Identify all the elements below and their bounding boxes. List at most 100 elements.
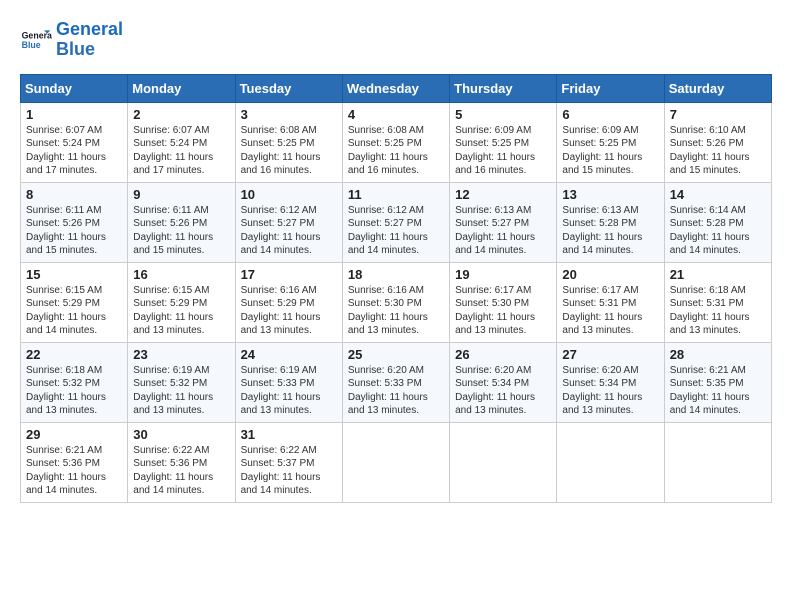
day-number: 27 (562, 347, 658, 362)
day-info: Sunrise: 6:20 AMSunset: 5:34 PMDaylight:… (562, 364, 658, 418)
day-number: 5 (455, 107, 551, 122)
day-info: Sunrise: 6:19 AMSunset: 5:32 PMDaylight:… (133, 364, 229, 418)
day-info: Sunrise: 6:18 AMSunset: 5:32 PMDaylight:… (26, 364, 122, 418)
day-number: 7 (670, 107, 766, 122)
calendar-header-thursday: Thursday (450, 74, 557, 102)
day-number: 16 (133, 267, 229, 282)
day-number: 26 (455, 347, 551, 362)
day-number: 10 (241, 187, 337, 202)
calendar-header-saturday: Saturday (664, 74, 771, 102)
calendar-table: SundayMondayTuesdayWednesdayThursdayFrid… (20, 74, 772, 503)
day-info: Sunrise: 6:13 AMSunset: 5:28 PMDaylight:… (562, 204, 658, 258)
calendar-header-friday: Friday (557, 74, 664, 102)
calendar-cell (342, 422, 449, 502)
day-info: Sunrise: 6:07 AMSunset: 5:24 PMDaylight:… (26, 124, 122, 178)
day-info: Sunrise: 6:17 AMSunset: 5:30 PMDaylight:… (455, 284, 551, 338)
day-info: Sunrise: 6:12 AMSunset: 5:27 PMDaylight:… (348, 204, 444, 258)
calendar-header-wednesday: Wednesday (342, 74, 449, 102)
day-number: 30 (133, 427, 229, 442)
day-info: Sunrise: 6:11 AMSunset: 5:26 PMDaylight:… (26, 204, 122, 258)
calendar-cell (450, 422, 557, 502)
day-number: 11 (348, 187, 444, 202)
day-number: 21 (670, 267, 766, 282)
day-info: Sunrise: 6:13 AMSunset: 5:27 PMDaylight:… (455, 204, 551, 258)
day-number: 13 (562, 187, 658, 202)
day-info: Sunrise: 6:18 AMSunset: 5:31 PMDaylight:… (670, 284, 766, 338)
day-number: 22 (26, 347, 122, 362)
calendar-cell: 21 Sunrise: 6:18 AMSunset: 5:31 PMDayligh… (664, 262, 771, 342)
day-number: 29 (26, 427, 122, 442)
day-number: 20 (562, 267, 658, 282)
calendar-cell: 27 Sunrise: 6:20 AMSunset: 5:34 PMDayligh… (557, 342, 664, 422)
calendar-cell: 11 Sunrise: 6:12 AMSunset: 5:27 PMDayligh… (342, 182, 449, 262)
calendar-week-row: 8Sunrise: 6:11 AMSunset: 5:26 PMDaylight… (21, 182, 772, 262)
calendar-cell: 4 Sunrise: 6:08 AMSunset: 5:25 PMDaylight… (342, 102, 449, 182)
calendar-cell (557, 422, 664, 502)
day-number: 12 (455, 187, 551, 202)
calendar-cell: 20 Sunrise: 6:17 AMSunset: 5:31 PMDayligh… (557, 262, 664, 342)
day-info: Sunrise: 6:11 AMSunset: 5:26 PMDaylight:… (133, 204, 229, 258)
day-number: 19 (455, 267, 551, 282)
day-number: 18 (348, 267, 444, 282)
calendar-cell: 31 Sunrise: 6:22 AMSunset: 5:37 PMDayligh… (235, 422, 342, 502)
day-info: Sunrise: 6:08 AMSunset: 5:25 PMDaylight:… (241, 124, 337, 178)
calendar-cell: 10Sunrise: 6:12 AMSunset: 5:27 PMDayligh… (235, 182, 342, 262)
day-info: Sunrise: 6:09 AMSunset: 5:25 PMDaylight:… (455, 124, 551, 178)
day-number: 28 (670, 347, 766, 362)
logo: General Blue GeneralBlue (20, 20, 123, 60)
calendar-cell: 23Sunrise: 6:19 AMSunset: 5:32 PMDayligh… (128, 342, 235, 422)
calendar-cell: 18 Sunrise: 6:16 AMSunset: 5:30 PMDayligh… (342, 262, 449, 342)
calendar-week-row: 15 Sunrise: 6:15 AMSunset: 5:29 PMDayligh… (21, 262, 772, 342)
calendar-week-row: 29 Sunrise: 6:21 AMSunset: 5:36 PMDayligh… (21, 422, 772, 502)
day-number: 15 (26, 267, 122, 282)
calendar-cell: 6Sunrise: 6:09 AMSunset: 5:25 PMDaylight… (557, 102, 664, 182)
calendar-cell: 13 Sunrise: 6:13 AMSunset: 5:28 PMDayligh… (557, 182, 664, 262)
calendar-cell: 7Sunrise: 6:10 AMSunset: 5:26 PMDaylight… (664, 102, 771, 182)
calendar-cell: 15 Sunrise: 6:15 AMSunset: 5:29 PMDayligh… (21, 262, 128, 342)
day-info: Sunrise: 6:09 AMSunset: 5:25 PMDaylight:… (562, 124, 658, 178)
day-number: 17 (241, 267, 337, 282)
day-info: Sunrise: 6:08 AMSunset: 5:25 PMDaylight:… (348, 124, 444, 178)
logo-text: GeneralBlue (56, 20, 123, 60)
calendar-cell: 28Sunrise: 6:21 AMSunset: 5:35 PMDayligh… (664, 342, 771, 422)
calendar-cell: 5 Sunrise: 6:09 AMSunset: 5:25 PMDaylight… (450, 102, 557, 182)
day-info: Sunrise: 6:21 AMSunset: 5:36 PMDaylight:… (26, 444, 122, 498)
day-number: 4 (348, 107, 444, 122)
day-info: Sunrise: 6:19 AMSunset: 5:33 PMDaylight:… (241, 364, 337, 418)
day-info: Sunrise: 6:15 AMSunset: 5:29 PMDaylight:… (133, 284, 229, 338)
day-number: 24 (241, 347, 337, 362)
day-info: Sunrise: 6:22 AMSunset: 5:36 PMDaylight:… (133, 444, 229, 498)
calendar-cell: 19 Sunrise: 6:17 AMSunset: 5:30 PMDayligh… (450, 262, 557, 342)
day-info: Sunrise: 6:22 AMSunset: 5:37 PMDaylight:… (241, 444, 337, 498)
calendar-cell: 12 Sunrise: 6:13 AMSunset: 5:27 PMDayligh… (450, 182, 557, 262)
calendar-cell: 2Sunrise: 6:07 AMSunset: 5:24 PMDaylight… (128, 102, 235, 182)
calendar-cell: 17 Sunrise: 6:16 AMSunset: 5:29 PMDayligh… (235, 262, 342, 342)
day-number: 25 (348, 347, 444, 362)
day-info: Sunrise: 6:15 AMSunset: 5:29 PMDaylight:… (26, 284, 122, 338)
calendar-header-tuesday: Tuesday (235, 74, 342, 102)
calendar-cell: 3Sunrise: 6:08 AMSunset: 5:25 PMDaylight… (235, 102, 342, 182)
calendar-cell: 26 Sunrise: 6:20 AMSunset: 5:34 PMDayligh… (450, 342, 557, 422)
calendar-cell: 25 Sunrise: 6:20 AMSunset: 5:33 PMDayligh… (342, 342, 449, 422)
day-number: 9 (133, 187, 229, 202)
day-info: Sunrise: 6:20 AMSunset: 5:34 PMDaylight:… (455, 364, 551, 418)
calendar-week-row: 1 Sunrise: 6:07 AMSunset: 5:24 PMDaylight… (21, 102, 772, 182)
calendar-cell (664, 422, 771, 502)
day-number: 14 (670, 187, 766, 202)
calendar-cell: 24 Sunrise: 6:19 AMSunset: 5:33 PMDayligh… (235, 342, 342, 422)
calendar-header-monday: Monday (128, 74, 235, 102)
day-number: 31 (241, 427, 337, 442)
day-info: Sunrise: 6:17 AMSunset: 5:31 PMDaylight:… (562, 284, 658, 338)
calendar-header-sunday: Sunday (21, 74, 128, 102)
day-info: Sunrise: 6:20 AMSunset: 5:33 PMDaylight:… (348, 364, 444, 418)
day-info: Sunrise: 6:16 AMSunset: 5:30 PMDaylight:… (348, 284, 444, 338)
logo-icon: General Blue (20, 24, 52, 56)
calendar-cell: 1 Sunrise: 6:07 AMSunset: 5:24 PMDaylight… (21, 102, 128, 182)
calendar-cell: 8Sunrise: 6:11 AMSunset: 5:26 PMDaylight… (21, 182, 128, 262)
calendar-cell: 30 Sunrise: 6:22 AMSunset: 5:36 PMDayligh… (128, 422, 235, 502)
calendar-cell: 29 Sunrise: 6:21 AMSunset: 5:36 PMDayligh… (21, 422, 128, 502)
calendar-week-row: 22 Sunrise: 6:18 AMSunset: 5:32 PMDayligh… (21, 342, 772, 422)
day-number: 1 (26, 107, 122, 122)
day-info: Sunrise: 6:16 AMSunset: 5:29 PMDaylight:… (241, 284, 337, 338)
calendar-cell: 22 Sunrise: 6:18 AMSunset: 5:32 PMDayligh… (21, 342, 128, 422)
